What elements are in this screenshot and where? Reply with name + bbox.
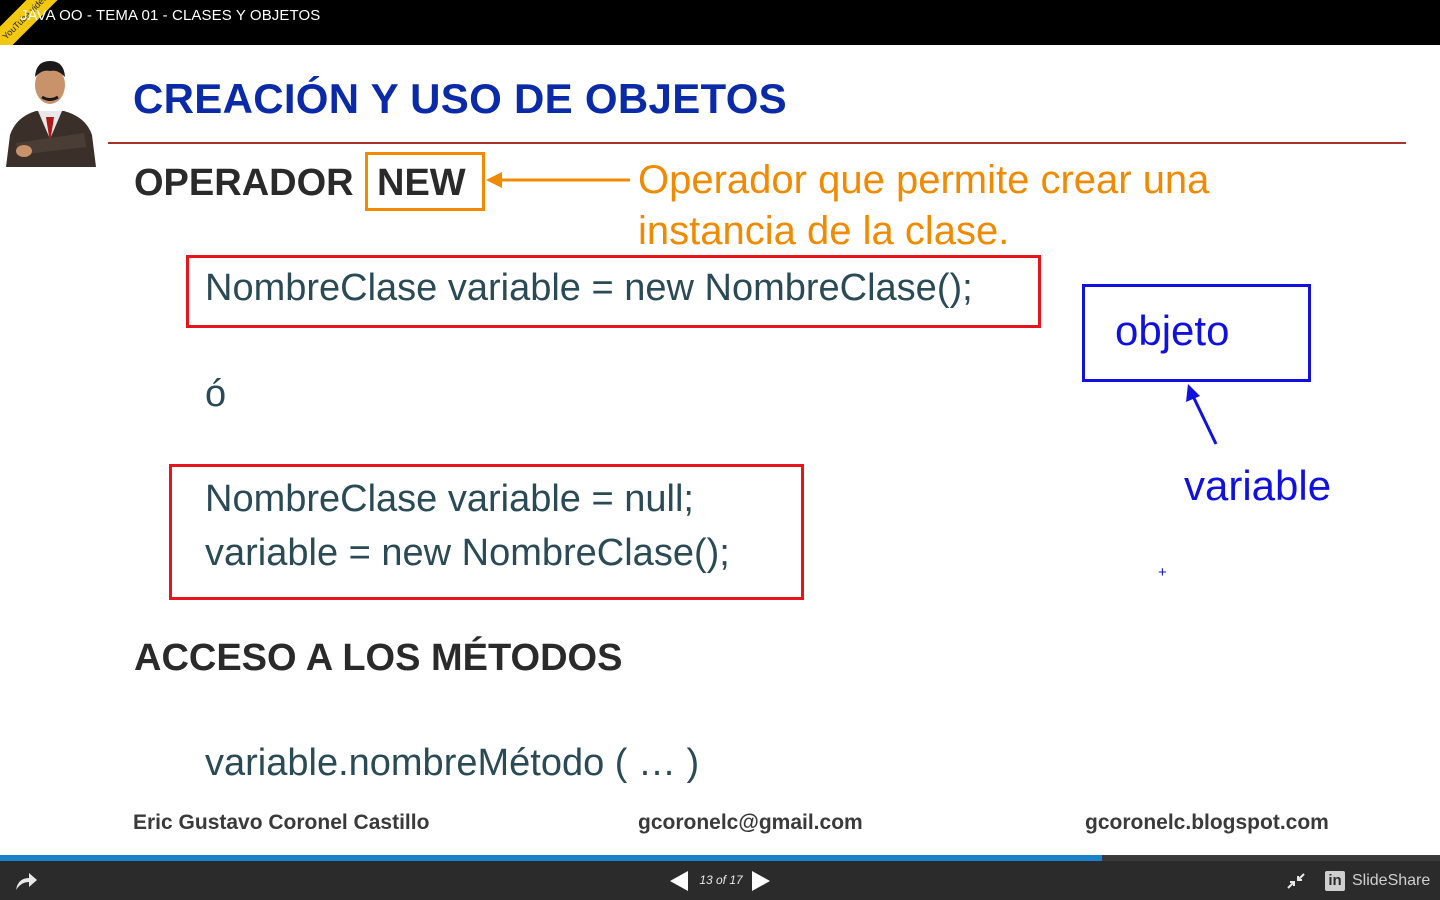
note-arrow-icon [486,172,630,188]
presenter-photo [2,47,98,167]
next-arrow-icon[interactable] [750,870,772,892]
page-counter: 13 of 17 [699,873,743,887]
slide-heading: CREACIÓN Y USO DE OBJETOS [133,75,787,122]
prev-arrow-icon[interactable] [668,870,690,892]
code-line-null-declaration: NombreClase variable = null; [205,478,694,520]
title-bar: YouTube video JAVA OO - TEMA 01 - CLASES… [0,0,1440,57]
operator-label: OPERADOR [134,162,354,204]
method-call-example: variable.nombreMétodo ( … ) [205,742,700,784]
code-line-instantiation: NombreClase variable = new NombreClase()… [205,267,973,309]
variable-label: variable [1184,462,1332,509]
presentation-title: JAVA OO - TEMA 01 - CLASES Y OBJETOS [20,7,321,24]
slideshare-brand[interactable]: in SlideShare [1325,870,1430,892]
footer-author: Eric Gustavo Coronel Castillo [133,811,430,834]
heading-divider [108,142,1406,144]
footer-blog: gcoronelc.blogspot.com [1085,811,1329,834]
footer-email: gcoronelc@gmail.com [638,811,863,834]
object-label: objeto [1115,307,1230,354]
new-keyword: NEW [377,162,466,204]
methods-heading: ACCESO A LOS MÉTODOS [134,637,623,679]
player-controls: 13 of 17 in SlideShare [0,861,1440,900]
slide: CREACIÓN Y USO DE OBJETOS OPERADOR NEW O… [0,45,1440,855]
share-icon[interactable] [14,870,38,892]
code-line-assignment: variable = new NombreClase(); [205,532,730,574]
variable-arrow-icon [1186,384,1218,445]
exit-fullscreen-icon[interactable] [1286,872,1306,890]
linkedin-icon: in [1325,871,1345,891]
or-separator: ó [205,373,227,415]
brand-name: SlideShare [1352,872,1431,889]
crosshair-cursor-icon: + [1158,564,1167,581]
operator-note: Operador que permite crear una instancia… [638,158,1210,253]
